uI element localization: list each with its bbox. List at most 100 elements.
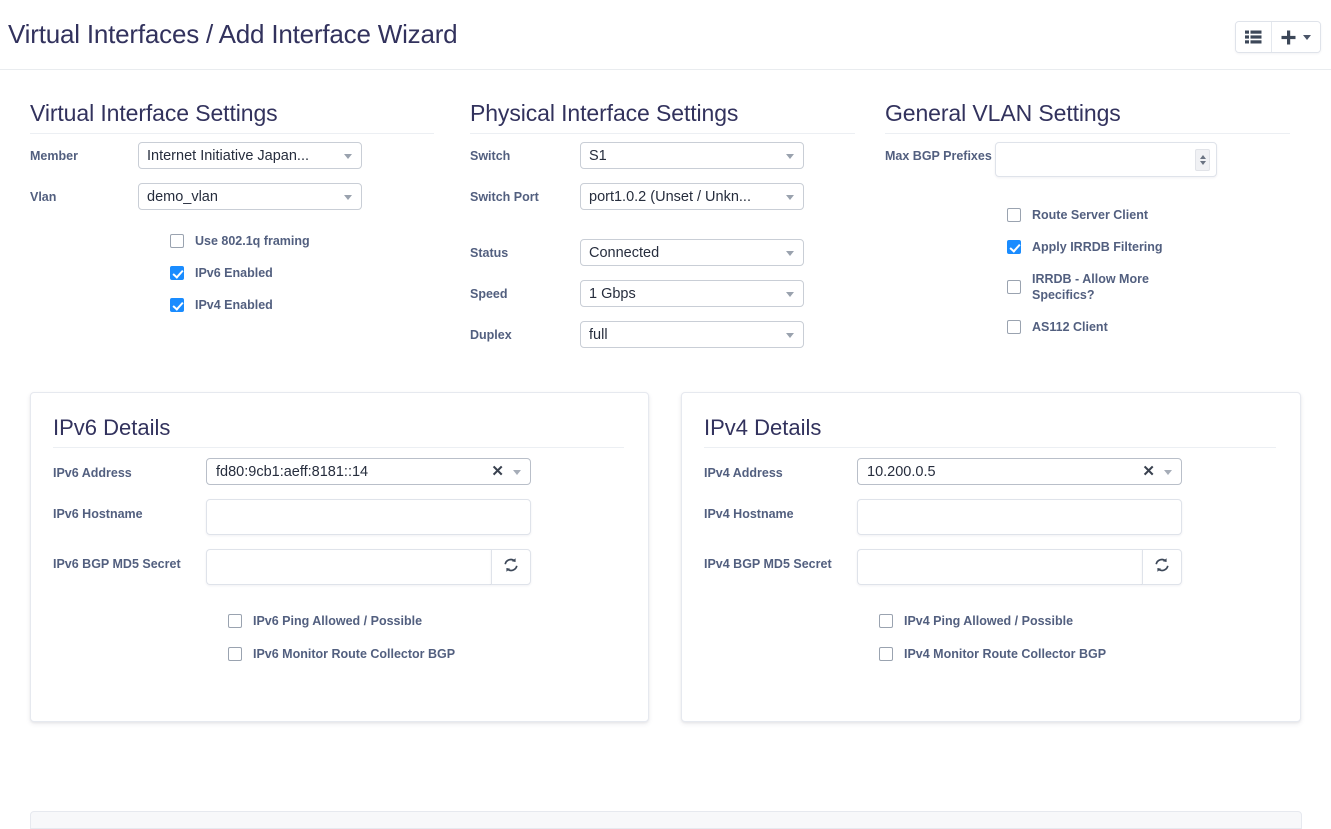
irrdb-allow-more-specifics-label[interactable]: IRRDB - Allow More Specifics? [1032,271,1182,303]
ipv6-address-select[interactable]: fd80:9cb1:aeff:8181::14 ✕ [206,458,531,485]
duplex-label: Duplex [470,328,512,342]
ipv4-details-title: IPv4 Details [704,415,1276,448]
duplex-select-value: full [589,326,608,343]
ipv6-enabled-checkbox[interactable] [170,266,184,280]
ipv6-monitor-route-collector-row: IPv6 Monitor Route Collector BGP [53,646,624,662]
detail-panels: IPv6 Details IPv6 Address fd80:9cb1:aeff… [0,362,1331,722]
ipv4-enabled-label[interactable]: IPv4 Enabled [195,297,273,313]
ipv4-address-select[interactable]: 10.200.0.5 ✕ [857,458,1182,485]
route-server-client-checkbox[interactable] [1007,208,1021,222]
ipv4-md5-secret-label: IPv4 BGP MD5 Secret [704,557,832,571]
max-bgp-prefixes-field[interactable] [995,142,1217,177]
ipv4-md5-secret-input[interactable] [857,549,1142,585]
chevron-down-icon [786,332,794,338]
status-select[interactable]: Connected [580,239,804,266]
virtual-interface-settings-section: Virtual Interface Settings Member Intern… [0,100,440,362]
ipv6-address-value: fd80:9cb1:aeff:8181::14 [216,463,369,480]
ipv6-md5-secret-label: IPv6 BGP MD5 Secret [53,557,181,571]
speed-row: Speed 1 Gbps [470,280,875,307]
as112-client-row: AS112 Client [885,319,1305,335]
general-vlan-settings-section: General VLAN Settings Max BGP Prefixes R… [875,100,1305,362]
ipv6-md5-secret-input[interactable] [206,549,491,585]
ipv6-hostname-label: IPv6 Hostname [53,507,143,521]
switch-port-select[interactable]: port1.0.2 (Unset / Unkn... [580,183,804,210]
ipv6-md5-secret-row: IPv6 BGP MD5 Secret [53,549,624,585]
list-view-button[interactable] [1236,22,1271,52]
ipv4-ping-allowed-label[interactable]: IPv4 Ping Allowed / Possible [904,613,1073,629]
stepper-down-icon[interactable] [1199,160,1206,165]
vlan-select[interactable]: demo_vlan [138,183,362,210]
ipv6-enabled-row: IPv6 Enabled [30,265,440,281]
ipv4-ping-allowed-checkbox[interactable] [879,614,893,628]
settings-columns: Virtual Interface Settings Member Intern… [0,70,1331,362]
ipv6-hostname-input[interactable] [206,499,531,535]
ipv4-hostname-label: IPv4 Hostname [704,507,794,521]
vlan-label: Vlan [30,190,57,204]
ipv6-ping-allowed-checkbox[interactable] [228,614,242,628]
plus-icon [1281,30,1296,45]
irrdb-allow-more-specifics-row: IRRDB - Allow More Specifics? [885,271,1305,303]
chevron-down-icon [786,250,794,256]
header-action-group [1235,21,1321,53]
ipv4-hostname-input[interactable] [857,499,1182,535]
virtual-interface-settings-heading: Virtual Interface Settings [30,100,434,134]
ipv6-monitor-route-collector-checkbox[interactable] [228,647,242,661]
as112-client-checkbox[interactable] [1007,320,1021,334]
ipv4-monitor-route-collector-checkbox[interactable] [879,647,893,661]
list-view-icon [1245,30,1262,44]
ipv4-md5-generate-button[interactable] [1142,549,1182,585]
apply-irrdb-filtering-label[interactable]: Apply IRRDB Filtering [1032,239,1163,255]
member-select-value: Internet Initiative Japan... [147,147,310,164]
switch-select-value: S1 [589,147,607,164]
speed-label: Speed [470,287,508,301]
ipv4-address-label: IPv4 Address [704,466,783,480]
max-bgp-prefixes-row: Max BGP Prefixes [885,142,1305,177]
ipv4-enabled-row: IPv4 Enabled [30,297,440,313]
ipv6-md5-secret-group [206,549,531,585]
page-header: Virtual Interfaces / Add Interface Wizar… [0,0,1331,70]
switch-port-label: Switch Port [470,190,539,204]
status-row: Status Connected [470,239,875,266]
switch-select[interactable]: S1 [580,142,804,169]
max-bgp-prefixes-input[interactable] [996,143,1216,176]
ipv4-ping-allowed-row: IPv4 Ping Allowed / Possible [704,613,1276,629]
member-row: Member Internet Initiative Japan... [30,142,440,169]
clear-icon[interactable]: ✕ [491,463,504,480]
irrdb-allow-more-specifics-checkbox[interactable] [1007,280,1021,294]
switch-port-select-value: port1.0.2 (Unset / Unkn... [589,188,751,205]
ipv4-monitor-route-collector-row: IPv4 Monitor Route Collector BGP [704,646,1276,662]
duplex-select[interactable]: full [580,321,804,348]
add-interface-button[interactable] [1271,22,1320,52]
apply-irrdb-filtering-checkbox[interactable] [1007,240,1021,254]
ipv6-enabled-label[interactable]: IPv6 Enabled [195,265,273,281]
clear-icon[interactable]: ✕ [1142,463,1155,480]
ipv4-enabled-checkbox[interactable] [170,298,184,312]
ipv6-details-title: IPv6 Details [53,415,624,448]
ipv6-ping-allowed-label[interactable]: IPv6 Ping Allowed / Possible [253,613,422,629]
stepper-up-icon[interactable] [1199,154,1206,159]
ipv4-monitor-route-collector-label[interactable]: IPv4 Monitor Route Collector BGP [904,646,1106,662]
ipv6-monitor-route-collector-label[interactable]: IPv6 Monitor Route Collector BGP [253,646,455,662]
route-server-client-label[interactable]: Route Server Client [1032,207,1148,223]
use-8021q-framing-label[interactable]: Use 802.1q framing [195,233,310,249]
status-label: Status [470,246,509,260]
ipv6-md5-generate-button[interactable] [491,549,531,585]
refresh-icon [503,557,519,578]
chevron-down-icon [344,194,352,200]
as112-client-label[interactable]: AS112 Client [1032,319,1108,335]
next-panel-partial [30,811,1302,829]
switch-row: Switch S1 [470,142,875,169]
duplex-row: Duplex full [470,321,875,348]
chevron-down-icon [513,469,521,475]
ipv6-hostname-row: IPv6 Hostname [53,499,624,535]
chevron-down-icon[interactable] [1303,34,1311,40]
member-select[interactable]: Internet Initiative Japan... [138,142,362,169]
member-label: Member [30,149,78,163]
vlan-select-value: demo_vlan [147,188,218,205]
general-vlan-settings-heading: General VLAN Settings [885,100,1290,134]
use-8021q-framing-checkbox[interactable] [170,234,184,248]
number-stepper[interactable] [1195,148,1210,171]
switch-port-row: Switch Port port1.0.2 (Unset / Unkn... [470,183,875,210]
page-title: Virtual Interfaces / Add Interface Wizar… [8,19,458,49]
speed-select[interactable]: 1 Gbps [580,280,804,307]
